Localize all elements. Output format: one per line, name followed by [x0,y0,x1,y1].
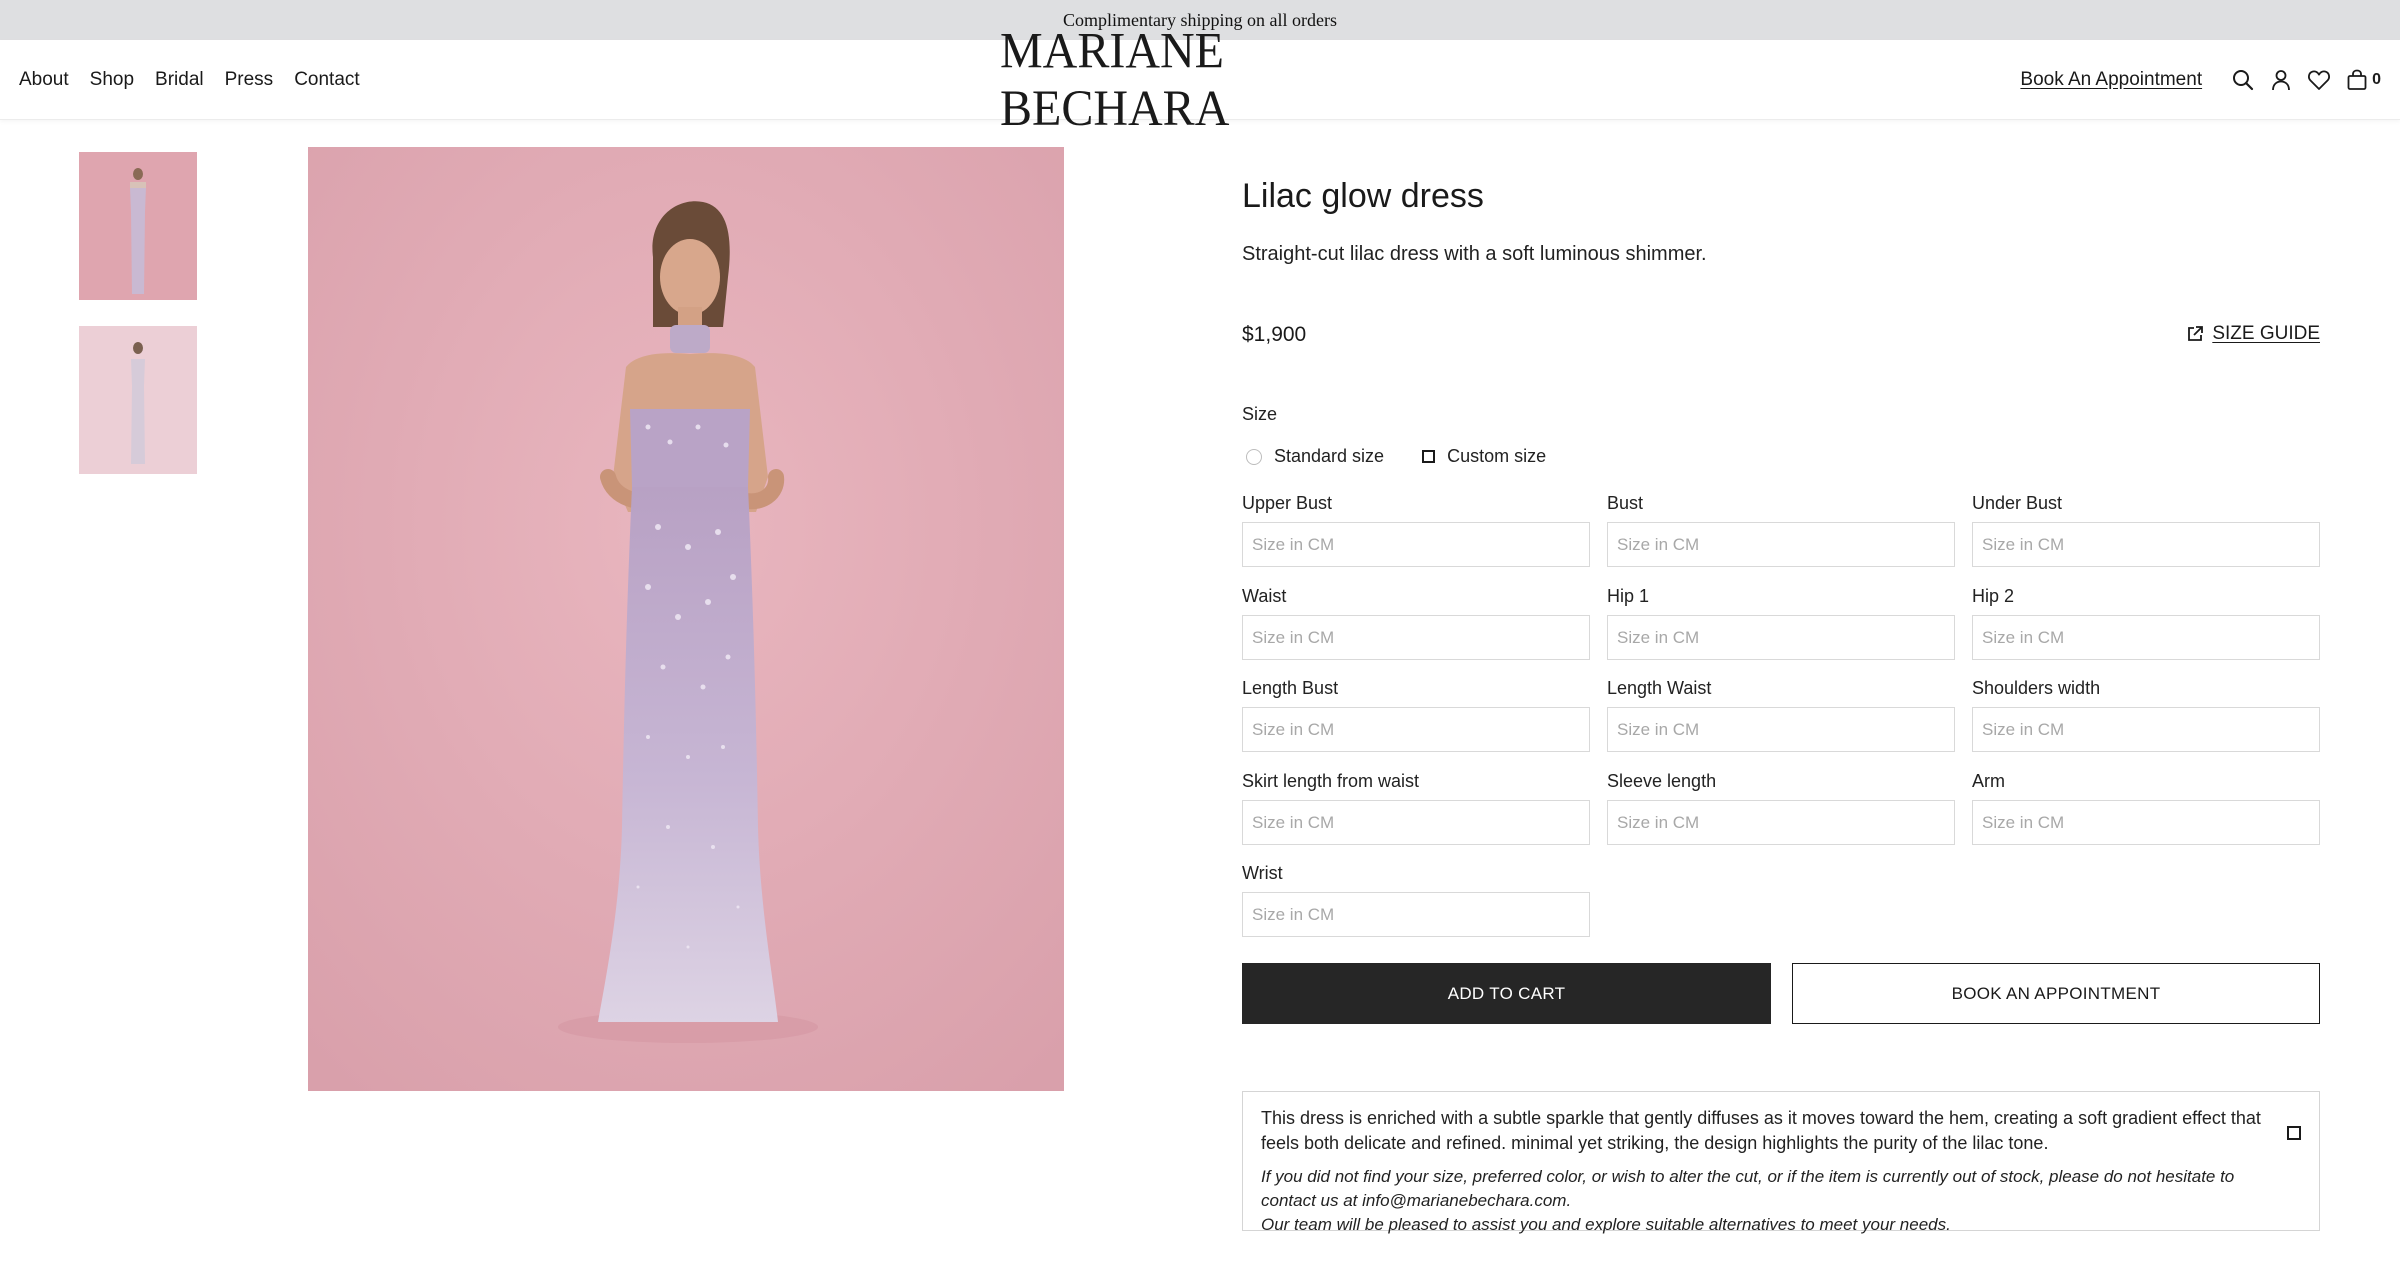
field-sleeve-length: Sleeve length [1607,771,1955,845]
site-header: About Shop Bridal Press Contact MARIANE … [0,23,2400,137]
field-bust: Bust [1607,493,1955,567]
field-label: Hip 2 [1972,586,2015,606]
standard-size-label: Standard size [1274,446,1385,466]
hip-1-input[interactable] [1607,615,1955,660]
contact-note-line-1: If you did not find your size, preferred… [1261,1167,2235,1210]
nav-about[interactable]: About [19,69,69,91]
brand-logo[interactable]: MARIANE BECHARA [1000,23,1400,136]
product-long-description: This dress is enriched with a subtle spa… [1261,1108,2261,1153]
field-label: Length Waist [1607,678,1712,698]
details-toggle-icon[interactable] [2287,1126,2301,1140]
header-actions: Book An Appointment 0 [2020,40,2381,120]
external-link-icon [2188,326,2204,341]
thumbnail-back[interactable] [79,326,197,474]
waist-input[interactable] [1242,615,1590,660]
book-appointment-button[interactable]: BOOK AN APPOINTMENT [1792,963,2320,1024]
field-wrist: Wrist [1242,863,1590,937]
field-label: Shoulders width [1972,678,2101,698]
sleeve-length-input[interactable] [1607,800,1955,845]
nav-contact[interactable]: Contact [294,69,359,91]
size-options: Standard size Custom size [1246,446,1546,467]
wrist-input[interactable] [1242,892,1590,937]
field-length-bust: Length Bust [1242,678,1590,752]
field-label: Sleeve length [1607,771,1717,791]
field-label: Hip 1 [1607,586,1650,606]
field-label: Length Bust [1242,678,1339,698]
contact-note-line-2: Our team will be pleased to assist you a… [1261,1215,1951,1234]
size-label: Size [1242,404,1278,424]
field-shoulders-width: Shoulders width [1972,678,2320,752]
field-label: Under Bust [1972,493,2063,513]
add-to-cart-button[interactable]: ADD TO CART [1242,963,1771,1024]
contact-note: If you did not find your size, preferred… [1261,1165,2271,1237]
field-waist: Waist [1242,586,1590,660]
cart-bag-icon[interactable] [2338,60,2376,100]
field-label: Waist [1242,586,1287,606]
wishlist-heart-icon[interactable] [2300,60,2338,100]
book-appointment-link[interactable]: Book An Appointment [2020,69,2202,91]
length-bust-input[interactable] [1242,707,1590,752]
field-label: Bust [1607,493,1644,513]
field-arm: Arm [1972,771,2320,845]
product-title: Lilac glow dress [1242,177,1484,215]
thumbnail-front[interactable] [79,152,197,300]
hip-2-input[interactable] [1972,615,2320,660]
nav-shop[interactable]: Shop [90,69,134,91]
main-nav: About Shop Bridal Press Contact [19,40,360,120]
standard-size-option[interactable]: Standard size [1246,446,1384,467]
field-skirt-length: Skirt length from waist [1242,771,1590,845]
nav-bridal[interactable]: Bridal [155,69,204,91]
field-label: Arm [1972,771,2005,791]
custom-size-option[interactable]: Custom size [1422,446,1546,467]
custom-size-checkbox[interactable] [1422,450,1436,463]
product-short-description: Straight-cut lilac dress with a soft lum… [1242,243,1707,265]
arm-input[interactable] [1972,800,2320,845]
field-label: Wrist [1242,863,1283,883]
field-label: Upper Bust [1242,493,1333,513]
product-price: $1,900 [1242,323,1307,346]
under-bust-input[interactable] [1972,522,2320,567]
field-length-waist: Length Waist [1607,678,1955,752]
field-upper-bust: Upper Bust [1242,493,1590,567]
nav-press[interactable]: Press [225,69,274,91]
product-details-panel: This dress is enriched with a subtle spa… [1242,1091,2320,1234]
bust-input[interactable] [1607,522,1955,567]
cart-count-badge: 0 [2372,71,2381,88]
size-guide-link[interactable]: SIZE GUIDE [2186,323,2320,345]
shoulders-width-input[interactable] [1972,707,2320,752]
size-guide-label: SIZE GUIDE [2212,323,2320,344]
field-under-bust: Under Bust [1972,493,2320,567]
field-label: Skirt length from waist [1242,771,1420,791]
account-icon[interactable] [2262,60,2300,100]
skirt-length-input[interactable] [1242,800,1590,845]
standard-size-radio[interactable] [1246,448,1262,465]
upper-bust-input[interactable] [1242,522,1590,567]
field-hip-2: Hip 2 [1972,586,2320,660]
main-product-image[interactable] [308,147,1064,1091]
field-hip-1: Hip 1 [1607,586,1955,660]
length-waist-input[interactable] [1607,707,1955,752]
search-icon[interactable] [2224,60,2262,100]
custom-size-label: Custom size [1447,446,1547,466]
